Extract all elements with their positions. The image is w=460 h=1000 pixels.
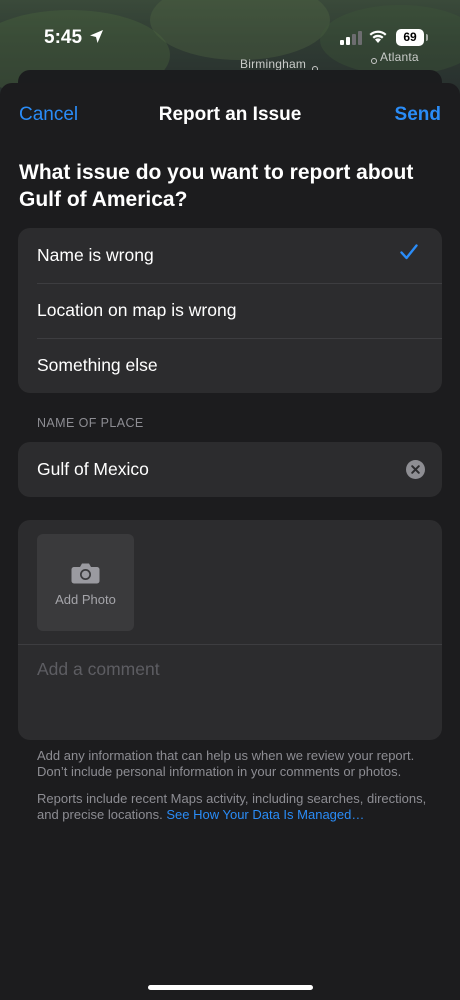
comment-textarea[interactable] (37, 646, 423, 734)
data-management-link[interactable]: See How Your Data Is Managed… (166, 807, 364, 822)
cellular-signal-icon (340, 31, 362, 50)
option-label: Location on map is wrong (37, 300, 237, 320)
add-photo-button[interactable]: Add Photo (37, 534, 134, 631)
battery-icon: 69 (396, 29, 428, 46)
add-photo-label: Add Photo (55, 592, 116, 607)
clear-icon[interactable] (406, 460, 425, 479)
home-indicator[interactable] (148, 985, 313, 990)
issue-options-list: Name is wrong Location on map is wrong S… (18, 228, 442, 393)
photo-comment-card: Add Photo (18, 520, 442, 740)
checkmark-icon (400, 244, 418, 265)
option-location-wrong[interactable]: Location on map is wrong (18, 283, 442, 338)
wifi-icon (368, 29, 388, 49)
info-footnote: Add any information that can help us whe… (37, 748, 415, 779)
report-issue-sheet: Cancel Report an Issue Send What issue d… (0, 83, 460, 1000)
status-bar: 5:45 69 (0, 0, 460, 70)
name-of-place-label: NAME OF PLACE (37, 416, 144, 430)
location-arrow-icon (89, 29, 104, 49)
option-name-is-wrong[interactable]: Name is wrong (18, 228, 442, 283)
status-time: 5:45 (44, 27, 83, 48)
question-heading: What issue do you want to report about G… (19, 161, 414, 211)
name-of-place-input[interactable] (37, 442, 397, 497)
name-of-place-field (18, 442, 442, 497)
divider (18, 644, 442, 645)
page-title: Report an Issue (158, 104, 302, 125)
option-label: Name is wrong (37, 245, 154, 265)
data-footnote: Reports include recent Maps activity, in… (37, 791, 438, 822)
option-something-else[interactable]: Something else (18, 338, 442, 393)
send-button[interactable]: Send (395, 104, 441, 126)
option-label: Something else (37, 355, 158, 375)
nav-bar: Cancel Report an Issue Send (0, 83, 460, 147)
camera-icon (71, 562, 100, 587)
